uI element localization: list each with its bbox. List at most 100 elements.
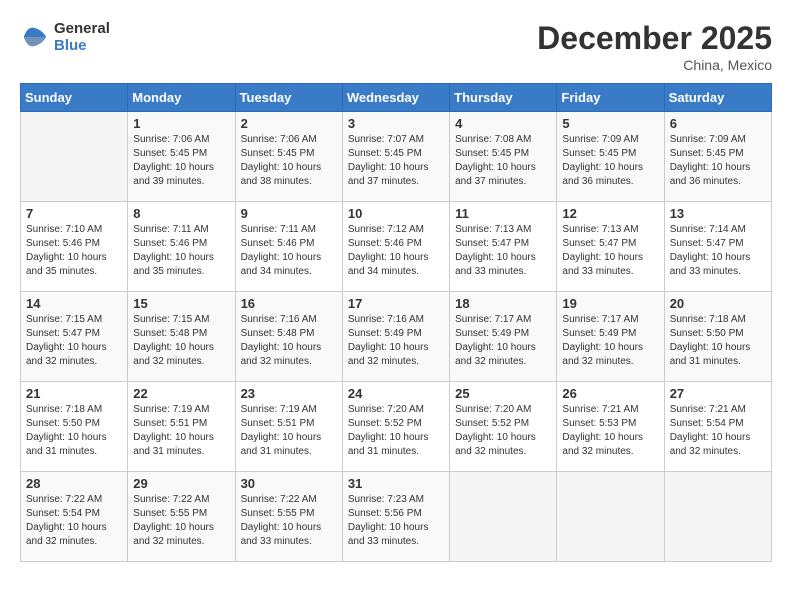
day-number: 6 <box>670 116 766 131</box>
day-number: 11 <box>455 206 551 221</box>
day-info: Sunrise: 7:10 AMSunset: 5:46 PMDaylight:… <box>26 223 122 279</box>
day-info: Sunrise: 7:17 AMSunset: 5:49 PMDaylight:… <box>562 313 658 369</box>
day-info: Sunrise: 7:08 AMSunset: 5:45 PMDaylight:… <box>455 133 551 189</box>
header-day-monday: Monday <box>128 84 235 112</box>
calendar-cell: 29 Sunrise: 7:22 AMSunset: 5:55 PMDayligh… <box>128 472 235 562</box>
logo: General Blue <box>20 20 110 54</box>
day-info: Sunrise: 7:15 AMSunset: 5:47 PMDaylight:… <box>26 313 122 369</box>
calendar-week-row: 14 Sunrise: 7:15 AMSunset: 5:47 PMDayligh… <box>21 292 772 382</box>
calendar-cell: 20 Sunrise: 7:18 AMSunset: 5:50 PMDayligh… <box>664 292 771 382</box>
calendar-cell <box>450 472 557 562</box>
day-info: Sunrise: 7:18 AMSunset: 5:50 PMDaylight:… <box>26 403 122 459</box>
day-number: 20 <box>670 296 766 311</box>
header-day-thursday: Thursday <box>450 84 557 112</box>
day-number: 29 <box>133 476 229 491</box>
day-info: Sunrise: 7:22 AMSunset: 5:55 PMDaylight:… <box>241 493 337 549</box>
day-number: 18 <box>455 296 551 311</box>
day-number: 14 <box>26 296 122 311</box>
calendar-cell: 25 Sunrise: 7:20 AMSunset: 5:52 PMDayligh… <box>450 382 557 472</box>
day-info: Sunrise: 7:12 AMSunset: 5:46 PMDaylight:… <box>348 223 444 279</box>
day-number: 8 <box>133 206 229 221</box>
day-info: Sunrise: 7:18 AMSunset: 5:50 PMDaylight:… <box>670 313 766 369</box>
calendar-cell: 28Sunrise: 7:22 AMSunset: 5:54 PMDayligh… <box>21 472 128 562</box>
day-info: Sunrise: 7:20 AMSunset: 5:52 PMDaylight:… <box>455 403 551 459</box>
calendar-cell: 23Sunrise: 7:19 AMSunset: 5:51 PMDayligh… <box>235 382 342 472</box>
day-number: 3 <box>348 116 444 131</box>
calendar-week-row: 1Sunrise: 7:06 AMSunset: 5:45 PMDaylight… <box>21 112 772 202</box>
page-header: General Blue December 2025 China, Mexico <box>20 20 772 73</box>
title-area: December 2025 China, Mexico <box>537 20 772 73</box>
day-info: Sunrise: 7:13 AMSunset: 5:47 PMDaylight:… <box>562 223 658 279</box>
header-day-tuesday: Tuesday <box>235 84 342 112</box>
calendar-cell <box>21 112 128 202</box>
day-info: Sunrise: 7:07 AMSunset: 5:45 PMDaylight:… <box>348 133 444 189</box>
day-info: Sunrise: 7:13 AMSunset: 5:47 PMDaylight:… <box>455 223 551 279</box>
calendar-cell: 22 Sunrise: 7:19 AMSunset: 5:51 PMDayligh… <box>128 382 235 472</box>
calendar-cell: 9 Sunrise: 7:11 AMSunset: 5:46 PMDaylight… <box>235 202 342 292</box>
logo-icon <box>20 22 50 52</box>
calendar-cell: 1Sunrise: 7:06 AMSunset: 5:45 PMDaylight… <box>128 112 235 202</box>
day-number: 31 <box>348 476 444 491</box>
header-day-saturday: Saturday <box>664 84 771 112</box>
day-info: Sunrise: 7:22 AMSunset: 5:55 PMDaylight:… <box>133 493 229 549</box>
calendar-week-row: 28Sunrise: 7:22 AMSunset: 5:54 PMDayligh… <box>21 472 772 562</box>
calendar-cell: 6Sunrise: 7:09 AMSunset: 5:45 PMDaylight… <box>664 112 771 202</box>
day-number: 26 <box>562 386 658 401</box>
calendar-cell: 8 Sunrise: 7:11 AMSunset: 5:46 PMDaylight… <box>128 202 235 292</box>
day-info: Sunrise: 7:06 AMSunset: 5:45 PMDaylight:… <box>241 133 337 189</box>
day-number: 22 <box>133 386 229 401</box>
header-day-wednesday: Wednesday <box>342 84 449 112</box>
day-number: 15 <box>133 296 229 311</box>
day-number: 10 <box>348 206 444 221</box>
day-number: 21 <box>26 386 122 401</box>
logo-text: General Blue <box>54 20 110 54</box>
day-number: 13 <box>670 206 766 221</box>
day-number: 17 <box>348 296 444 311</box>
calendar-week-row: 21 Sunrise: 7:18 AMSunset: 5:50 PMDayligh… <box>21 382 772 472</box>
calendar-cell: 19 Sunrise: 7:17 AMSunset: 5:49 PMDayligh… <box>557 292 664 382</box>
day-number: 27 <box>670 386 766 401</box>
header-day-friday: Friday <box>557 84 664 112</box>
calendar-cell: 15Sunrise: 7:15 AMSunset: 5:48 PMDayligh… <box>128 292 235 382</box>
calendar-cell: 31Sunrise: 7:23 AMSunset: 5:56 PMDayligh… <box>342 472 449 562</box>
day-info: Sunrise: 7:21 AMSunset: 5:54 PMDaylight:… <box>670 403 766 459</box>
calendar-week-row: 7 Sunrise: 7:10 AMSunset: 5:46 PMDaylight… <box>21 202 772 292</box>
calendar-cell <box>557 472 664 562</box>
day-info: Sunrise: 7:19 AMSunset: 5:51 PMDaylight:… <box>133 403 229 459</box>
day-number: 16 <box>241 296 337 311</box>
day-info: Sunrise: 7:21 AMSunset: 5:53 PMDaylight:… <box>562 403 658 459</box>
day-info: Sunrise: 7:16 AMSunset: 5:48 PMDaylight:… <box>241 313 337 369</box>
calendar-cell: 17Sunrise: 7:16 AMSunset: 5:49 PMDayligh… <box>342 292 449 382</box>
month-title: December 2025 <box>537 20 772 57</box>
day-number: 7 <box>26 206 122 221</box>
day-number: 25 <box>455 386 551 401</box>
calendar-table: SundayMondayTuesdayWednesdayThursdayFrid… <box>20 83 772 562</box>
calendar-cell: 11 Sunrise: 7:13 AMSunset: 5:47 PMDayligh… <box>450 202 557 292</box>
day-number: 2 <box>241 116 337 131</box>
day-info: Sunrise: 7:11 AMSunset: 5:46 PMDaylight:… <box>133 223 229 279</box>
day-info: Sunrise: 7:20 AMSunset: 5:52 PMDaylight:… <box>348 403 444 459</box>
calendar-cell: 10 Sunrise: 7:12 AMSunset: 5:46 PMDayligh… <box>342 202 449 292</box>
day-number: 19 <box>562 296 658 311</box>
day-number: 4 <box>455 116 551 131</box>
calendar-cell: 18 Sunrise: 7:17 AMSunset: 5:49 PMDayligh… <box>450 292 557 382</box>
location-subtitle: China, Mexico <box>537 57 772 73</box>
calendar-cell: 30Sunrise: 7:22 AMSunset: 5:55 PMDayligh… <box>235 472 342 562</box>
calendar-cell: 14 Sunrise: 7:15 AMSunset: 5:47 PMDayligh… <box>21 292 128 382</box>
day-number: 9 <box>241 206 337 221</box>
day-number: 5 <box>562 116 658 131</box>
day-info: Sunrise: 7:09 AMSunset: 5:45 PMDaylight:… <box>562 133 658 189</box>
calendar-header-row: SundayMondayTuesdayWednesdayThursdayFrid… <box>21 84 772 112</box>
day-info: Sunrise: 7:11 AMSunset: 5:46 PMDaylight:… <box>241 223 337 279</box>
day-info: Sunrise: 7:14 AMSunset: 5:47 PMDaylight:… <box>670 223 766 279</box>
day-info: Sunrise: 7:22 AMSunset: 5:54 PMDaylight:… <box>26 493 122 549</box>
day-number: 23 <box>241 386 337 401</box>
calendar-cell: 12Sunrise: 7:13 AMSunset: 5:47 PMDayligh… <box>557 202 664 292</box>
calendar-cell: 26 Sunrise: 7:21 AMSunset: 5:53 PMDayligh… <box>557 382 664 472</box>
calendar-cell: 5 Sunrise: 7:09 AMSunset: 5:45 PMDaylight… <box>557 112 664 202</box>
calendar-cell: 4 Sunrise: 7:08 AMSunset: 5:45 PMDaylight… <box>450 112 557 202</box>
day-info: Sunrise: 7:17 AMSunset: 5:49 PMDaylight:… <box>455 313 551 369</box>
header-day-sunday: Sunday <box>21 84 128 112</box>
calendar-cell: 2 Sunrise: 7:06 AMSunset: 5:45 PMDaylight… <box>235 112 342 202</box>
calendar-cell: 21 Sunrise: 7:18 AMSunset: 5:50 PMDayligh… <box>21 382 128 472</box>
